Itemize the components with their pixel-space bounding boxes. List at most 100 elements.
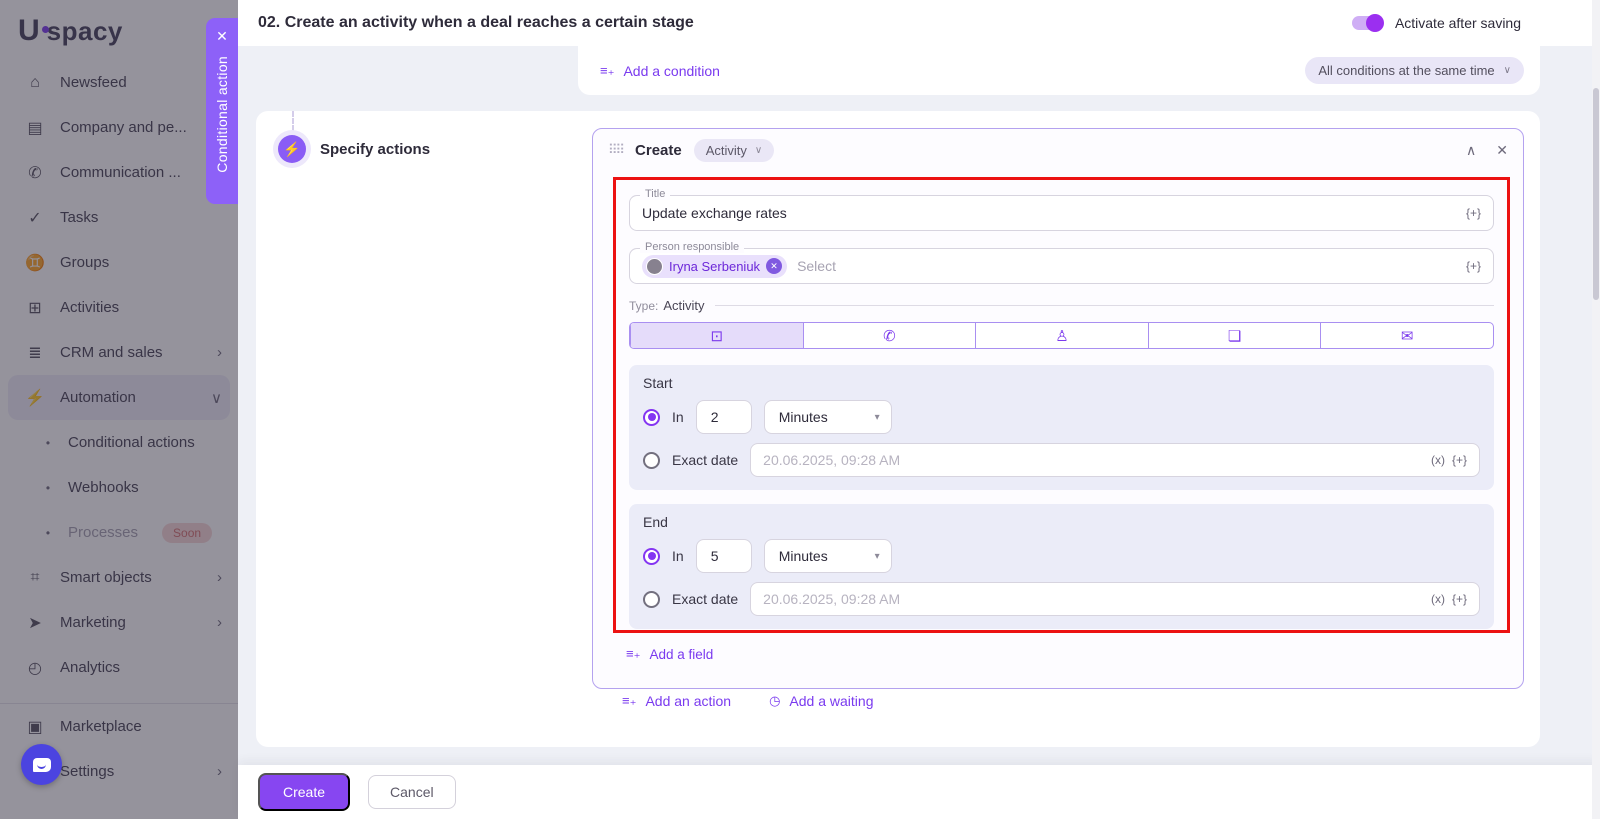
activity-type-tab[interactable]: ❏ <box>1148 323 1321 348</box>
exact-date-radio[interactable] <box>643 591 660 608</box>
step-connector-line <box>292 111 294 131</box>
insert-field-icon[interactable]: {+} <box>1466 259 1481 273</box>
insert-field-icon[interactable]: {+} <box>1466 206 1481 220</box>
email-icon: ✉ <box>1401 327 1414 345</box>
activity-type-tab[interactable]: ✆ <box>803 323 976 348</box>
title-field-label: Title <box>640 188 670 200</box>
conditions-mode-dropdown[interactable]: All conditions at the same time ∨ <box>1305 57 1524 84</box>
scrollbar-thumb[interactable] <box>1593 88 1599 300</box>
specify-actions-label: Specify actions <box>320 141 430 158</box>
cancel-button[interactable]: Cancel <box>368 775 456 809</box>
close-card-button[interactable]: ✕ <box>1496 142 1508 159</box>
toggle-knob <box>1366 14 1384 32</box>
in-label: In <box>672 548 684 564</box>
collapse-card-button[interactable]: ∧ <box>1466 142 1476 159</box>
in-value-input[interactable]: 2 <box>696 400 752 434</box>
conditional-action-tab[interactable]: ✕ Conditional action <box>206 18 238 204</box>
insert-field-icon[interactable]: {+} <box>1452 453 1467 467</box>
exact-date-input[interactable]: 20.06.2025, 09:28 AM (x) {+} <box>750 582 1480 616</box>
chevron-down-icon: ∨ <box>755 145 762 156</box>
exact-date-label: Exact date <box>672 452 738 468</box>
drawer-footer: Create Cancel <box>238 765 1600 819</box>
close-icon[interactable]: ✕ <box>216 29 228 43</box>
schedule-section: End In 5 Minutes ▾ <box>629 504 1494 629</box>
app-window: U spacy ⌂ Newsfeed ▤ Company and pe... ›… <box>0 0 1600 819</box>
field-tokens: (x) {+} <box>1431 453 1467 467</box>
create-activity-action-card: ⠿⠿ Create Activity ∨ ∧ ✕ Title Update ex… <box>592 128 1524 689</box>
unit-select[interactable]: Minutes ▾ <box>764 539 892 573</box>
clock-icon: ◷ <box>769 693 780 709</box>
person-select-placeholder: Select <box>797 258 836 274</box>
insert-field-icon[interactable]: {+} <box>1452 592 1467 606</box>
activity-type-tab[interactable]: ⊡ <box>630 323 803 348</box>
insert-variable-icon[interactable]: (x) <box>1431 592 1445 606</box>
add-field-button[interactable]: ≡₊ Add a field <box>626 646 713 662</box>
activate-toggle-wrap: Activate after saving <box>1352 0 1521 46</box>
activity-type-value: Activity <box>706 143 747 158</box>
unit-select[interactable]: Minutes ▾ <box>764 400 892 434</box>
activity-type-tabs: ⊡ ✆ ♙ ❏ ✉ <box>629 322 1494 349</box>
in-radio[interactable] <box>643 548 660 565</box>
title-field[interactable]: Title Update exchange rates {+} <box>629 195 1494 231</box>
exact-date-placeholder: 20.06.2025, 09:28 AM <box>763 591 900 607</box>
title-field-value: Update exchange rates <box>642 205 787 221</box>
type-label: Type: <box>629 299 658 313</box>
chat-bubble-icon <box>33 758 51 772</box>
drag-handle-icon[interactable]: ⠿⠿ <box>608 142 623 158</box>
person-field-label: Person responsible <box>640 241 744 253</box>
type-value: Activity <box>663 298 704 313</box>
specify-actions-step-icon: ⚡ <box>278 135 306 163</box>
exact-date-label: Exact date <box>672 591 738 607</box>
schedule-section-title: Start <box>643 375 1480 391</box>
scrollbar[interactable] <box>1592 0 1600 819</box>
add-waiting-button[interactable]: ◷ Add a waiting <box>769 693 873 709</box>
drawer-header: 02. Create an activity when a deal reach… <box>238 0 1600 46</box>
action-links-row: ≡₊ Add an action ◷ Add a waiting <box>622 693 873 709</box>
in-row: In 5 Minutes ▾ <box>643 539 1480 573</box>
field-tokens: (x) {+} <box>1431 592 1467 606</box>
exact-date-radio[interactable] <box>643 452 660 469</box>
add-condition-button[interactable]: ≡₊ Add a condition <box>600 63 720 79</box>
add-condition-label: Add a condition <box>623 63 720 79</box>
sidebar-dim-overlay[interactable] <box>0 0 238 819</box>
automation-drawer: 02. Create an activity when a deal reach… <box>238 0 1600 819</box>
type-row: Type: Activity <box>629 298 1494 313</box>
activity-type-tab[interactable]: ✉ <box>1320 323 1493 348</box>
list-plus-icon: ≡₊ <box>622 693 636 709</box>
in-radio[interactable] <box>643 409 660 426</box>
create-button[interactable]: Create <box>258 773 350 811</box>
caret-down-icon: ▾ <box>875 551 880 562</box>
type-divider <box>715 305 1494 306</box>
remove-person-icon[interactable]: ✕ <box>766 258 782 274</box>
chat-bubbles-icon: ❏ <box>1228 327 1241 345</box>
schedule-sections: Start In 2 Minutes ▾ <box>629 365 1494 629</box>
activate-toggle-label: Activate after saving <box>1395 15 1521 31</box>
activity-type-dropdown[interactable]: Activity ∨ <box>694 139 775 162</box>
unit-select-value: Minutes <box>779 409 828 425</box>
add-action-button[interactable]: ≡₊ Add an action <box>622 693 731 709</box>
actions-panel: ⚡ Specify actions ⠿⠿ Create Activity ∨ ∧… <box>256 111 1540 747</box>
exact-date-input[interactable]: 20.06.2025, 09:28 AM (x) {+} <box>750 443 1480 477</box>
in-label: In <box>672 409 684 425</box>
call-icon: ✆ <box>883 327 896 345</box>
insert-variable-icon[interactable]: (x) <box>1431 453 1445 467</box>
add-field-label: Add a field <box>649 647 713 662</box>
list-plus-icon: ≡₊ <box>600 63 614 79</box>
person-chip-name: Iryna Serbeniuk <box>669 259 760 274</box>
add-action-label: Add an action <box>645 693 731 709</box>
list-plus-icon: ≡₊ <box>626 646 640 662</box>
action-card-header: ⠿⠿ Create Activity ∨ ∧ ✕ <box>593 129 1523 171</box>
person-chip: Iryna Serbeniuk ✕ <box>642 255 787 278</box>
exact-date-row: Exact date 20.06.2025, 09:28 AM (x) {+} <box>643 582 1480 616</box>
in-row: In 2 Minutes ▾ <box>643 400 1480 434</box>
chat-fab-button[interactable] <box>21 744 62 785</box>
activate-after-saving-toggle[interactable] <box>1352 16 1382 30</box>
action-create-label: Create <box>635 142 682 159</box>
person-responsible-field[interactable]: Person responsible Iryna Serbeniuk ✕ Sel… <box>629 248 1494 284</box>
activity-type-tab[interactable]: ♙ <box>975 323 1148 348</box>
add-waiting-label: Add a waiting <box>789 693 873 709</box>
calendar-activity-icon: ⊡ <box>711 327 724 345</box>
avatar <box>646 258 663 275</box>
in-value-input[interactable]: 5 <box>696 539 752 573</box>
page-title: 02. Create an activity when a deal reach… <box>258 14 694 32</box>
